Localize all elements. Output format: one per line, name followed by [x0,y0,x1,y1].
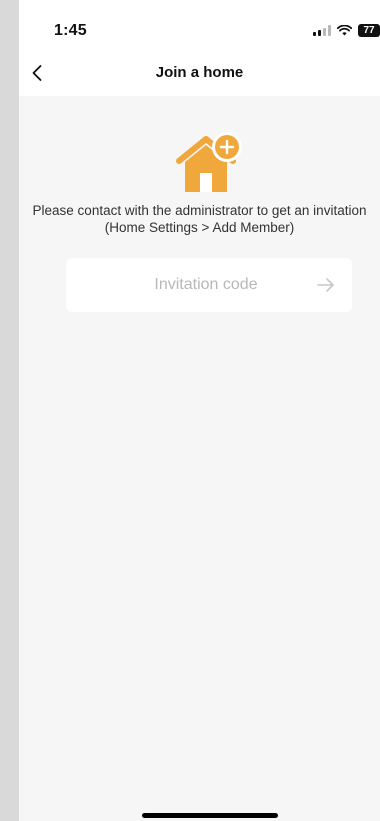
page-title: Join a home [155,64,244,81]
status-icons: 77 [313,23,380,37]
wifi-icon [337,24,352,35]
invitation-code-field [66,258,352,312]
invitation-code-input[interactable] [106,258,306,312]
arrow-right-icon[interactable] [316,275,336,295]
cellular-signal-icon [313,24,331,36]
house-add-icon [176,132,242,192]
battery-icon: 77 [358,23,380,37]
home-indicator[interactable] [142,813,278,818]
status-time: 1:45 [54,22,87,39]
join-home-screen: 1:45 77 Join a home Please contact with … [19,0,380,821]
header: 1:45 77 Join a home [19,0,380,96]
instruction-text: Please contact with the administrator to… [32,203,367,235]
